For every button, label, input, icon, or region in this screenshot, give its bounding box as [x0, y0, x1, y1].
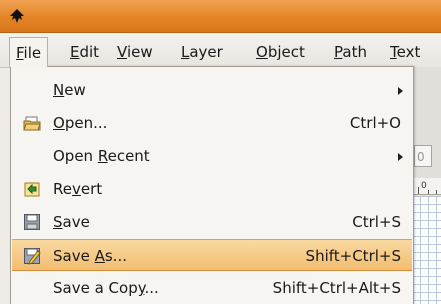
menu-item-save-as[interactable]: Save As... Shift+Ctrl+S — [12, 239, 412, 271]
menu-object-label: bject — [267, 43, 305, 61]
label-text: ert — [80, 180, 103, 198]
menu-layer[interactable]: Layer — [181, 41, 223, 63]
menu-item-save-as-label: Save As... — [53, 240, 127, 272]
menu-item-save-label: Save — [53, 206, 90, 238]
mnemonic: A — [94, 247, 105, 265]
window-titlebar — [0, 0, 441, 33]
menu-text-mnemonic: T — [390, 43, 397, 61]
inkscape-logo-icon[interactable] — [8, 8, 26, 24]
x-coordinate-field[interactable]: 0 — [414, 145, 432, 167]
menu-object-mnemonic: O — [256, 43, 268, 61]
menu-item-open-recent-label: Open Recent — [53, 140, 150, 172]
menu-item-open-recent[interactable]: Open Recent — [12, 140, 412, 172]
submenu-arrow-icon — [398, 87, 403, 95]
label-text: Save a Cop — [53, 279, 138, 297]
ruler-tick — [428, 190, 429, 194]
label-text: pen... — [64, 114, 108, 132]
menu-path[interactable]: Path — [334, 41, 367, 63]
menu-object[interactable]: Object — [256, 41, 305, 63]
label-text: ew — [64, 81, 86, 99]
menu-item-revert-label: Revert — [53, 173, 102, 205]
menu-item-new[interactable]: New — [12, 74, 412, 106]
mnemonic: N — [53, 81, 65, 99]
menubar: File Edit View Layer Object Path Text — [0, 33, 441, 68]
menu-text[interactable]: Text — [390, 41, 420, 63]
menu-edit[interactable]: Edit — [70, 41, 99, 63]
file-menu-dropdown: New Open... Ctrl+O Open Recent Revert Sa… — [10, 66, 414, 304]
label-text: ... — [144, 279, 159, 297]
open-folder-icon — [23, 116, 41, 131]
save-disk-icon — [24, 214, 40, 230]
menu-view-label: iew — [126, 43, 153, 61]
menu-item-save[interactable]: Save Ctrl+S — [12, 206, 412, 238]
menu-file[interactable]: File — [9, 37, 49, 67]
save-as-icon — [24, 248, 41, 265]
ruler-tick — [418, 187, 419, 194]
submenu-arrow-icon — [398, 153, 403, 161]
menu-file-mnemonic: F — [16, 44, 24, 62]
menu-item-open-label: Open... — [53, 107, 107, 139]
menu-layer-label: ayer — [189, 43, 223, 61]
shortcut-save-as: Shift+Ctrl+S — [305, 247, 401, 265]
ruler-label: 0 — [421, 181, 427, 191]
label-text: Re — [53, 180, 72, 198]
shortcut-open: Ctrl+O — [349, 114, 401, 132]
mnemonic: O — [53, 114, 65, 132]
menu-file-label: ile — [23, 44, 42, 62]
menu-edit-label: dit — [79, 43, 100, 61]
label-text: Save — [53, 247, 95, 265]
mnemonic: S — [53, 213, 63, 231]
ruler-tick — [436, 190, 437, 194]
shortcut-save-a-copy: Shift+Ctrl+Alt+S — [272, 279, 401, 297]
label-text: ave — [62, 213, 90, 231]
menu-item-save-a-copy[interactable]: Save a Copy... Shift+Ctrl+Alt+S — [12, 272, 412, 304]
menu-item-open[interactable]: Open... Ctrl+O — [12, 107, 412, 139]
canvas-grid[interactable] — [412, 196, 441, 304]
menu-path-label: ath — [342, 43, 367, 61]
shortcut-save: Ctrl+S — [352, 213, 401, 231]
menu-item-revert[interactable]: Revert — [12, 173, 412, 205]
label-text: ecent — [107, 147, 150, 165]
label-text: s... — [104, 247, 127, 265]
menu-view-mnemonic: V — [117, 43, 127, 61]
revert-icon — [24, 182, 40, 197]
menu-item-save-a-copy-label: Save a Copy... — [53, 272, 159, 304]
label-text: Open — [53, 147, 98, 165]
mnemonic: R — [97, 147, 108, 165]
menu-view[interactable]: View — [117, 41, 153, 63]
mnemonic: v — [71, 180, 81, 198]
menu-item-new-label: New — [53, 74, 86, 106]
menu-text-label: ext — [396, 43, 421, 61]
